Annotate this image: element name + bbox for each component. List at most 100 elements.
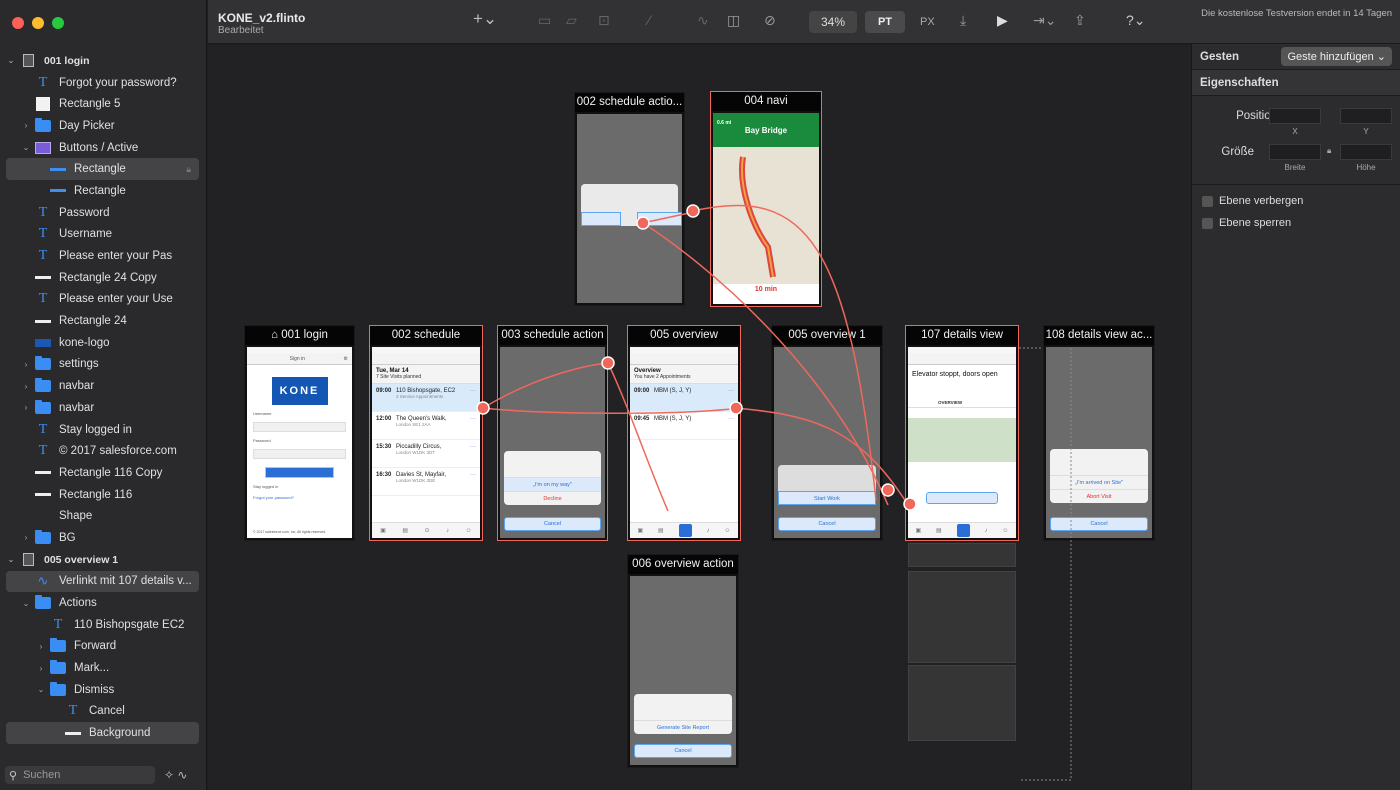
screen-003-schedule-action[interactable]: 003 schedule action „I'm on my way" Decl… bbox=[497, 325, 608, 541]
hide-layer-checkbox[interactable]: Ebene verbergen bbox=[1202, 195, 1303, 207]
layer-row[interactable]: ⌄ 001 login bbox=[0, 50, 207, 72]
appointment-row[interactable]: 12:00 The Queen's Walk, London SE1 2AA ··· bbox=[372, 412, 480, 440]
layer-row[interactable]: T Please enter your Use bbox=[0, 289, 207, 311]
chevron-right-icon[interactable]: › bbox=[21, 382, 31, 391]
close-window-button[interactable] bbox=[12, 17, 24, 29]
magic-wand-icon[interactable]: ⁄ bbox=[648, 12, 650, 28]
layer-row[interactable]: Rectangle 24 Copy bbox=[0, 267, 207, 289]
tab-bar[interactable]: ▣ ▤ ♪ ☺ bbox=[630, 522, 738, 538]
appointment-row[interactable]: 15:30 Piccadilly Circus, London W1DK 3DT ··… bbox=[372, 440, 480, 468]
layer-row[interactable]: T Cancel bbox=[0, 701, 207, 723]
aspect-lock-icon[interactable]: 🔒︎ bbox=[1327, 146, 1331, 156]
share-icon[interactable]: ⇪ bbox=[1074, 12, 1086, 29]
more-icon[interactable]: ··· bbox=[470, 388, 476, 407]
layer-row[interactable]: T Username bbox=[0, 224, 207, 246]
chevron-down-icon[interactable]: ⌄ bbox=[21, 143, 31, 152]
layer-row[interactable]: ⌄ Actions bbox=[0, 592, 207, 614]
link-tool-icon[interactable]: ∿ bbox=[697, 12, 709, 29]
password-field[interactable] bbox=[253, 449, 346, 459]
layer-row[interactable]: T Password bbox=[0, 202, 207, 224]
layer-row[interactable]: › BG bbox=[0, 527, 207, 549]
layer-row[interactable]: Rectangle 116 bbox=[0, 484, 207, 506]
lock-layer-checkbox[interactable]: Ebene sperren bbox=[1202, 217, 1291, 229]
zoom-window-button[interactable] bbox=[52, 17, 64, 29]
generate-site-report-option[interactable]: Generate Site Report bbox=[634, 720, 732, 734]
more-icon[interactable]: ··· bbox=[470, 416, 476, 435]
chevron-right-icon[interactable]: › bbox=[36, 642, 46, 651]
layer-row[interactable]: › Mark... bbox=[0, 657, 207, 679]
cancel-button[interactable]: Cancel bbox=[778, 517, 876, 531]
layer-row[interactable]: Rectangle 24 bbox=[0, 310, 207, 332]
chevron-down-icon[interactable]: ⌄ bbox=[6, 555, 16, 564]
layer-row[interactable]: T Forgot your password? bbox=[0, 72, 207, 94]
layer-row[interactable]: T © 2017 salesforce.com bbox=[0, 440, 207, 462]
appointment-row[interactable]: 09:45 MBM (S, J, Y) ··· bbox=[630, 412, 738, 440]
layer-row[interactable]: › settings bbox=[0, 354, 207, 376]
screen-005-overview[interactable]: 005 overview Overview You have 2 Appointm… bbox=[627, 325, 741, 541]
cancel-button[interactable]: Cancel bbox=[1050, 517, 1148, 531]
screen-002-schedule-action[interactable]: 002 schedule actio... bbox=[574, 92, 685, 306]
add-gesture-dropdown[interactable]: Geste hinzufügen ⌄ bbox=[1281, 47, 1392, 66]
tab-bar[interactable]: ▣ ▤ ♪ ☺ bbox=[908, 522, 1016, 538]
chevron-down-icon[interactable]: ⌄ bbox=[6, 56, 16, 65]
layer-row[interactable]: Background bbox=[6, 722, 199, 744]
add-icon[interactable]: +⌄ bbox=[473, 9, 497, 29]
chevron-down-icon[interactable]: ⌄ bbox=[36, 685, 46, 694]
chevron-right-icon[interactable]: › bbox=[36, 664, 46, 673]
layer-row[interactable]: Shape bbox=[0, 505, 207, 527]
chevron-down-icon[interactable]: ⌄ bbox=[21, 599, 31, 608]
layer-row[interactable]: › navbar bbox=[0, 375, 207, 397]
transition-icon[interactable]: ◫ bbox=[727, 12, 740, 29]
screen-004-navi[interactable]: 004 navi 0.6 mi Bay Bridge 10 min bbox=[710, 91, 822, 307]
layer-row[interactable]: T 110 Bishopsgate EC2 bbox=[0, 614, 207, 636]
export-icon[interactable]: ⇥⌄ bbox=[1033, 12, 1056, 29]
abort-visit-option[interactable]: Abort Visit bbox=[1050, 489, 1148, 503]
screen-108-details-view-action[interactable]: 108 details view ac... „I'm arrived on S… bbox=[1043, 325, 1155, 541]
forgot-password-link[interactable]: Forgot your password? bbox=[253, 495, 346, 500]
help-icon[interactable]: ?⌄ bbox=[1126, 12, 1146, 29]
layer-row[interactable]: ⌄ Dismiss bbox=[0, 679, 207, 701]
magic-wand-icon[interactable]: ✧ bbox=[164, 768, 174, 782]
layer-row[interactable]: ⌄ 005 overview 1 bbox=[0, 549, 207, 571]
appointment-row[interactable]: 16:30 Davies St, Mayfair, London W1DK 3DE ·… bbox=[372, 468, 480, 496]
layer-search[interactable]: ⚲ Suchen bbox=[5, 766, 155, 784]
chevron-right-icon[interactable]: › bbox=[21, 403, 31, 412]
set-time-button[interactable] bbox=[926, 492, 998, 504]
minimize-window-button[interactable] bbox=[32, 17, 44, 29]
yes-button[interactable] bbox=[637, 212, 682, 226]
search-input[interactable]: Suchen bbox=[23, 769, 60, 781]
layer-row[interactable]: Rectangle bbox=[0, 180, 207, 202]
height-field[interactable] bbox=[1340, 144, 1392, 160]
folder-open-icon[interactable]: ▱ bbox=[566, 12, 577, 29]
layer-row[interactable]: ⌄ Buttons / Active bbox=[0, 137, 207, 159]
no-button[interactable] bbox=[581, 212, 621, 226]
cancel-button[interactable]: Cancel bbox=[634, 744, 732, 758]
screen-001-login[interactable]: ⌂ 001 login Sign in ⚙ KONE Username Passw… bbox=[244, 325, 355, 541]
download-icon[interactable]: ⤓ bbox=[960, 12, 966, 29]
canvas[interactable]: 002 schedule actio... 004 navi 0.6 mi Ba… bbox=[208, 45, 1191, 790]
more-icon[interactable]: ··· bbox=[470, 444, 476, 463]
start-work-option[interactable]: Start Work bbox=[778, 491, 876, 505]
on-my-way-option[interactable]: „I'm on my way" bbox=[504, 477, 601, 491]
screen-icon[interactable]: ▭ bbox=[538, 12, 551, 29]
layer-row[interactable]: T Stay logged in bbox=[0, 419, 207, 441]
tab-overview[interactable]: OVERVIEW bbox=[908, 398, 1016, 408]
hide-links-icon[interactable]: ⊘ bbox=[764, 12, 776, 29]
link-filter-icon[interactable]: ∿ bbox=[177, 768, 187, 782]
login-button[interactable] bbox=[265, 467, 334, 478]
decline-option[interactable]: Decline bbox=[504, 491, 601, 505]
chevron-right-icon[interactable]: › bbox=[21, 121, 31, 130]
play-icon[interactable]: ▶ bbox=[997, 12, 1008, 29]
layer-row[interactable]: Rectangle 5 bbox=[0, 93, 207, 115]
layer-row[interactable]: T Please enter your Pas bbox=[0, 245, 207, 267]
chevron-right-icon[interactable]: › bbox=[21, 360, 31, 369]
zoom-dropdown[interactable]: 34% bbox=[809, 11, 857, 33]
chevron-right-icon[interactable]: › bbox=[21, 533, 31, 542]
layer-row[interactable]: Rectangle 116 Copy bbox=[0, 462, 207, 484]
layer-row[interactable]: kone-logo bbox=[0, 332, 207, 354]
appointment-row[interactable]: 09:00 110 Bishopsgate, EC2 2 Service Appoi… bbox=[372, 384, 480, 412]
layer-row[interactable]: ∿ Verlinkt mit 107 details v... bbox=[6, 570, 199, 593]
screen-005-overview-1[interactable]: 005 overview 1 Start Work Cancel bbox=[771, 325, 883, 541]
username-field[interactable] bbox=[253, 422, 346, 432]
pt-unit-button[interactable]: PT bbox=[865, 11, 905, 33]
